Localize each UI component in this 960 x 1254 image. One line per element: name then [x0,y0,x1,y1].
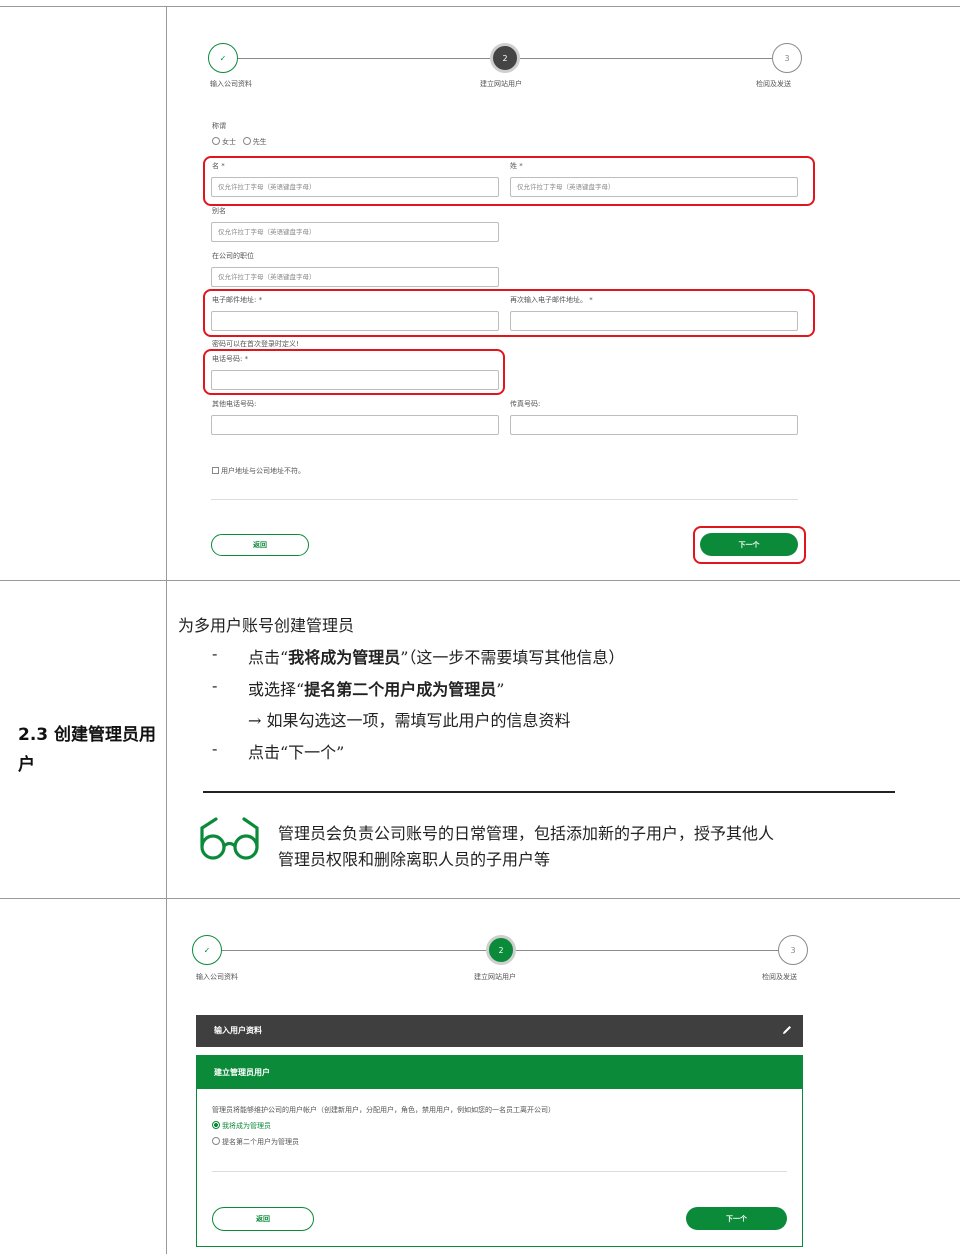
option-self-admin[interactable]: 我将成为管理员 [212,1121,271,1131]
progress-track [516,950,778,951]
step-label: 建立网站用户 [474,973,516,981]
active-panel-header: 建立管理员用户 [196,1055,803,1089]
step-current-icon: 2 [486,935,516,965]
alias-input[interactable]: 仅允许拉丁字母（英语键盘字母） [211,222,499,242]
other-phone-input[interactable] [211,415,499,435]
step-label: 输入公司资料 [210,80,252,88]
section-rule [203,791,895,793]
email-confirm-label: 再次输入电子邮件地址。 * [510,296,593,304]
address-checkbox-row[interactable]: 用户地址与公司地址不符。 [212,466,305,476]
radio-self-admin[interactable] [212,1121,220,1129]
progress-track [222,950,486,951]
admin-description: 管理员将能够维护公司的用户帐户（创建新用户，分配用户，角色，禁用用户，例如如您的… [212,1106,555,1114]
progress-track [520,58,772,59]
password-note: 密码可以在首次登录时定义! [212,340,299,348]
position-input[interactable]: 仅允许拉丁字母（英语键盘字母） [211,267,499,287]
collapsed-panel-user-info[interactable]: 输入用户资料 [196,1015,803,1047]
step-done-icon: ✓ [208,43,238,73]
bullet-2-suffix: ” [496,680,505,699]
bullet-1-bold: 我将成为管理员 [288,648,401,667]
table-column-divider [166,6,167,1254]
first-name-label: 名 * [212,162,225,170]
edit-pencil-icon[interactable] [781,1024,793,1036]
last-name-label: 姓 * [510,162,523,170]
tip-line-1: 管理员会负责公司账号的日常管理，包括添加新的子用户，授予其他人 [278,824,775,843]
position-label: 在公司的职位 [212,252,254,260]
option-nominate-admin-label: 提名第二个用户为管理员 [222,1138,299,1146]
table-border-row2 [0,898,960,899]
step-next-icon: 3 [772,43,802,73]
section-intro: 为多用户账号创建管理员 [178,616,355,635]
bullet-2-bold: 提名第二个用户成为管理员 [304,680,497,699]
bullet-dash: - [212,739,218,758]
radio-mr-label: 先生 [252,138,267,146]
bullet-1-prefix: 点击“ [248,648,289,667]
step-label: 建立网站用户 [480,80,522,88]
bullet-2-prefix: 或选择“ [248,680,305,699]
bullet-dash: - [212,676,218,695]
address-checkbox-label: 用户地址与公司地址不符。 [221,467,305,475]
progress-track [238,58,490,59]
back-button[interactable]: 返回 [212,1207,314,1231]
step-label: 输入公司资料 [196,973,238,981]
section-title: 2.3 创建管理员用户 [18,725,157,775]
back-button[interactable]: 返回 [211,534,309,556]
radio-nominate-admin[interactable] [212,1137,220,1145]
step-label: 检阅及发送 [756,80,791,88]
fax-label: 传真号码: [510,400,541,408]
radio-mr[interactable] [242,137,251,145]
step-done-icon: ✓ [192,935,222,965]
next-button[interactable]: 下一个 [686,1207,787,1230]
bullet-3: 点击“下一个” [248,743,345,762]
table-border-top [0,6,960,7]
form-divider [211,499,798,500]
radio-ms-label: 女士 [222,138,236,146]
bullet-1: 点击“我将成为管理员”（这一步不需要填写其他信息） [248,644,624,668]
collapsed-panel-title: 输入用户资料 [214,1026,262,1035]
email-confirm-input[interactable] [510,311,798,331]
alias-label: 别名 [212,207,226,215]
table-border-row1 [0,580,960,581]
bullet-dash: - [212,644,218,663]
active-panel-title: 建立管理员用户 [214,1068,270,1077]
phone-input[interactable] [211,370,499,390]
salutation-label: 称谓 [212,122,226,130]
email-label: 电子邮件地址: * [212,296,263,304]
option-self-admin-label: 我将成为管理员 [222,1122,271,1130]
tip-line-2: 管理员权限和删除离职人员的子用户等 [278,850,551,869]
other-phone-label: 其他电话号码: [212,400,257,408]
phone-label: 电话号码: * [212,355,249,363]
fax-input[interactable] [510,415,798,435]
last-name-input[interactable]: 仅允许拉丁字母（英语键盘字母） [510,177,798,197]
bullet-1-suffix: ”（这一步不需要填写其他信息） [400,648,625,667]
first-name-input[interactable]: 仅允许拉丁字母（英语键盘字母） [211,177,499,197]
radio-ms[interactable] [212,137,220,145]
step-current-icon: 2 [490,43,520,73]
bullet-2-subnote: → 如果勾选这一项，需填写此用户的信息资料 [248,711,571,730]
step-next-icon: 3 [778,935,808,965]
option-nominate-admin[interactable]: 提名第二个用户为管理员 [212,1137,299,1147]
next-button[interactable]: 下一个 [700,533,798,556]
salutation-options: 女士 先生 [212,137,267,147]
bullet-2: 或选择“提名第二个用户成为管理员” [248,676,504,700]
form-divider [212,1171,787,1172]
address-checkbox[interactable] [212,467,219,474]
email-input[interactable] [211,311,499,331]
step-label: 检阅及发送 [762,973,797,981]
glasses-icon [200,817,259,860]
